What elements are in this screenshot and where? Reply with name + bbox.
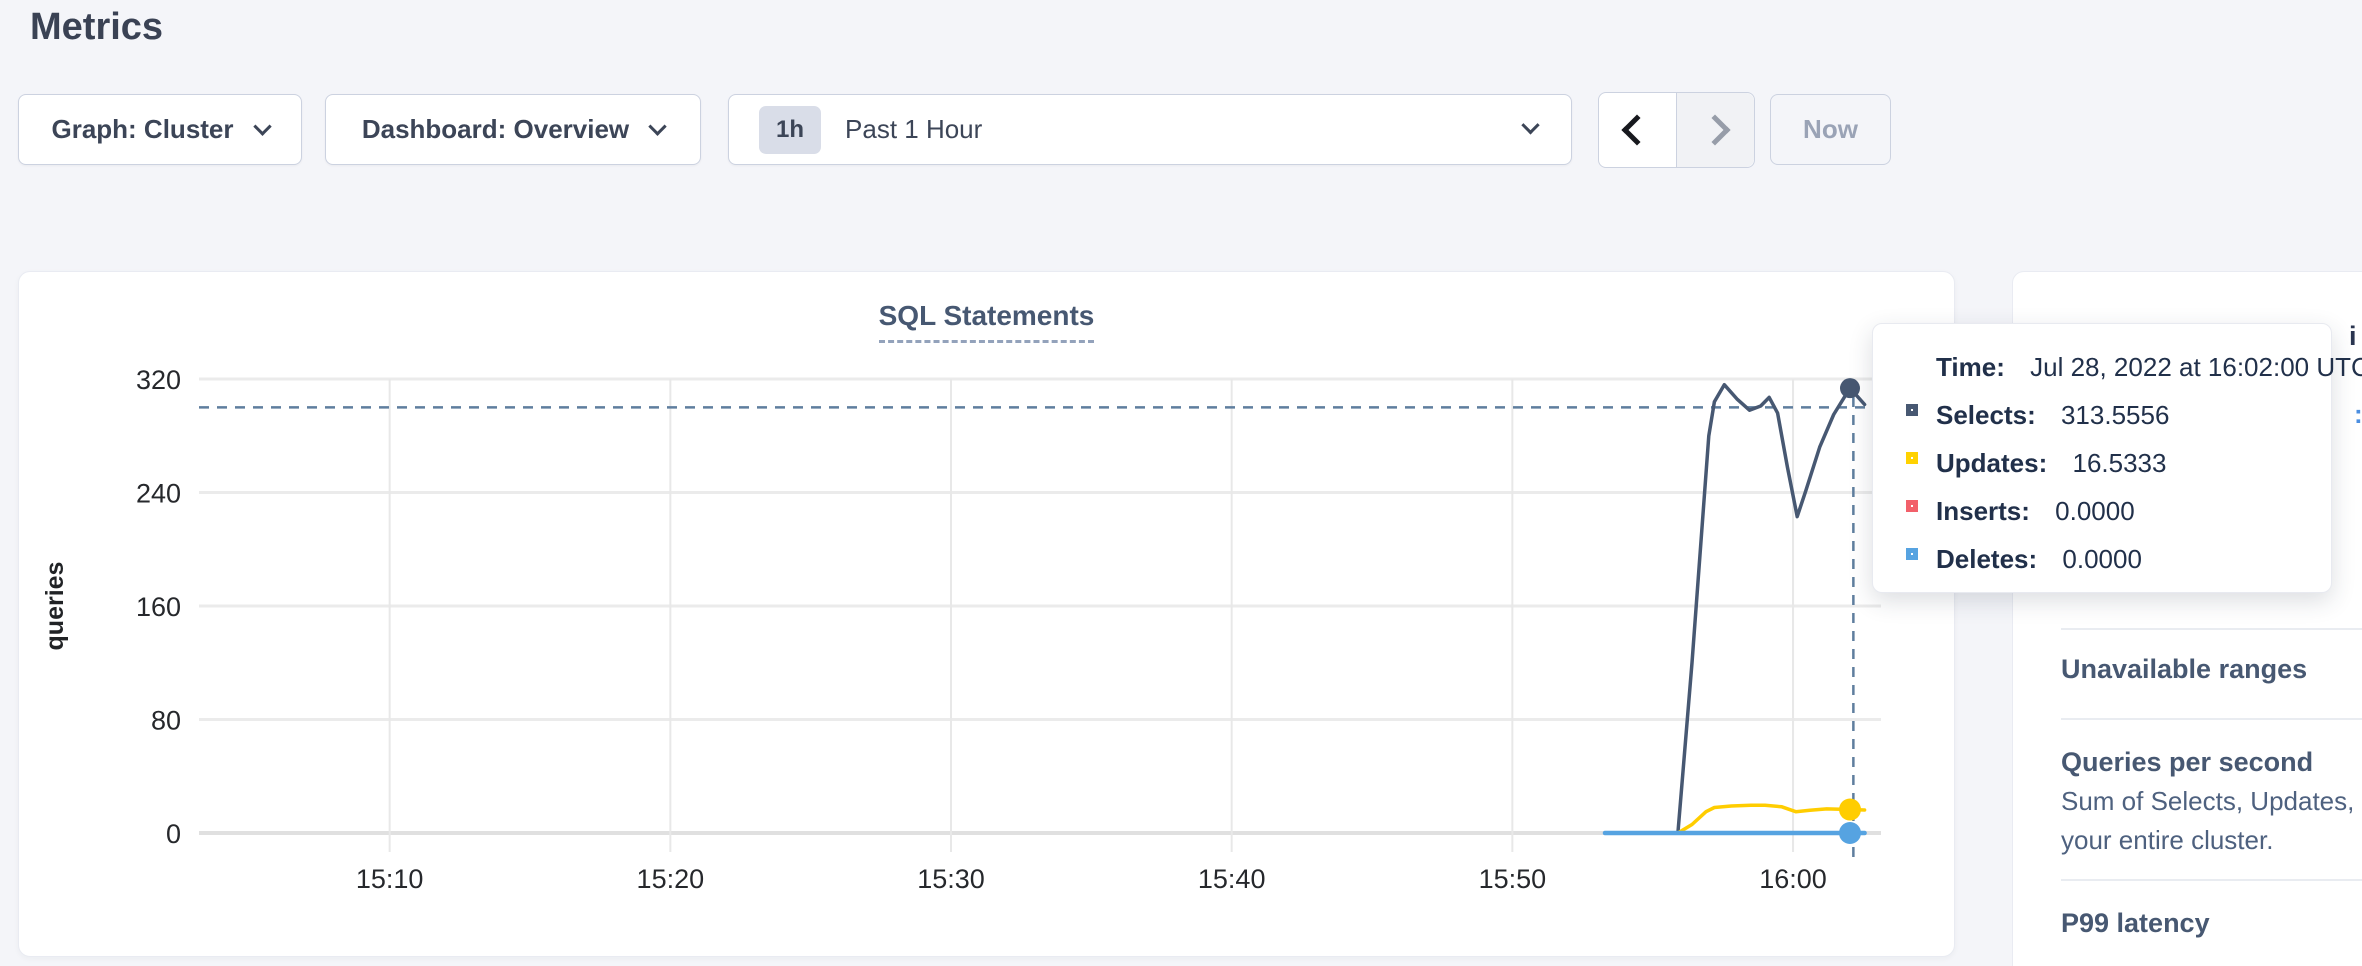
svg-text:15:10: 15:10 — [356, 864, 424, 894]
dashboard-dropdown-label: Dashboard: Overview — [362, 114, 629, 145]
chevron-left-icon — [1622, 114, 1653, 145]
clipped-text-fragment: i — [2349, 321, 2357, 352]
tooltip-updates-row: Updates: 16.5333 — [1936, 448, 2166, 479]
svg-text:240: 240 — [136, 479, 181, 509]
tooltip-time-value: Jul 28, 2022 at 16:02:00 UTC — [2030, 352, 2362, 382]
svg-text:160: 160 — [136, 592, 181, 622]
time-range-label: Past 1 Hour — [845, 114, 982, 145]
svg-text:15:40: 15:40 — [1198, 864, 1266, 894]
svg-text:16:00: 16:00 — [1759, 864, 1827, 894]
clipped-link-fragment: : — [2354, 399, 2362, 430]
deletes-series-swatch — [1906, 548, 1918, 560]
selects-series-swatch — [1906, 404, 1918, 416]
tooltip-time-row: Time: Jul 28, 2022 at 16:02:00 UTC — [1936, 352, 2362, 383]
sql-statements-chart[interactable]: 0 80 160 240 320 15:10 15:20 15:30 15:40 15:50 16:… — [19, 272, 1956, 958]
divider — [2061, 879, 2362, 881]
sql-statements-panel: SQL Statements 08016024032015:1015:2015:… — [18, 271, 1955, 957]
divider — [2061, 628, 2362, 630]
inserts-series-swatch — [1906, 500, 1918, 512]
sidebar-heading-p99-latency: P99 latency — [2061, 908, 2210, 939]
sidebar-heading-queries-per-second: Queries per second — [2061, 747, 2313, 778]
chevron-down-icon — [1521, 116, 1539, 134]
time-next-button[interactable] — [1677, 93, 1755, 167]
chevron-down-icon — [253, 117, 271, 135]
chevron-right-icon — [1700, 114, 1731, 145]
svg-text:15:30: 15:30 — [917, 864, 985, 894]
tooltip-updates-value: 16.5333 — [2072, 448, 2166, 478]
tooltip-inserts-value: 0.0000 — [2055, 496, 2135, 526]
graph-scope-dropdown-label: Graph: Cluster — [51, 114, 233, 145]
now-button[interactable]: Now — [1770, 94, 1891, 165]
tooltip-inserts-label: Inserts: — [1936, 496, 2030, 526]
tooltip-inserts-row: Inserts: 0.0000 — [1936, 496, 2135, 527]
time-range-selector[interactable]: 1h Past 1 Hour — [728, 94, 1572, 165]
sidebar-heading-unavailable-ranges: Unavailable ranges — [2061, 654, 2307, 685]
time-prev-button[interactable] — [1599, 93, 1677, 167]
metrics-page: { "page": { "title": "Metrics" }, "toolb… — [0, 0, 2362, 966]
svg-text:15:50: 15:50 — [1479, 864, 1547, 894]
divider — [2061, 718, 2362, 720]
chevron-down-icon — [648, 117, 666, 135]
chart-hover-tooltip: Time: Jul 28, 2022 at 16:02:00 UTC Selec… — [1872, 323, 2332, 593]
svg-text:0: 0 — [166, 819, 181, 849]
updates-series-swatch — [1906, 452, 1918, 464]
tooltip-deletes-value: 0.0000 — [2062, 544, 2142, 574]
tooltip-updates-label: Updates: — [1936, 448, 2047, 478]
page-title: Metrics — [30, 6, 163, 49]
sidebar-body-line: Sum of Selects, Updates, Inser — [2061, 786, 2362, 817]
tooltip-deletes-label: Deletes: — [1936, 544, 2037, 574]
graph-scope-dropdown[interactable]: Graph: Cluster — [18, 94, 302, 165]
tooltip-selects-label: Selects: — [1936, 400, 2036, 430]
tooltip-time-label: Time: — [1936, 352, 2005, 382]
svg-text:queries: queries — [41, 562, 69, 651]
time-range-badge: 1h — [759, 106, 821, 154]
now-button-label: Now — [1803, 114, 1858, 145]
dashboard-dropdown[interactable]: Dashboard: Overview — [325, 94, 701, 165]
svg-text:15:20: 15:20 — [637, 864, 705, 894]
svg-text:320: 320 — [136, 365, 181, 395]
tooltip-selects-row: Selects: 313.5556 — [1936, 400, 2169, 431]
svg-text:80: 80 — [151, 706, 181, 736]
time-nav-group — [1598, 92, 1755, 168]
tooltip-selects-value: 313.5556 — [2061, 400, 2169, 430]
tooltip-deletes-row: Deletes: 0.0000 — [1936, 544, 2142, 575]
sidebar-body-line: your entire cluster. — [2061, 825, 2273, 856]
